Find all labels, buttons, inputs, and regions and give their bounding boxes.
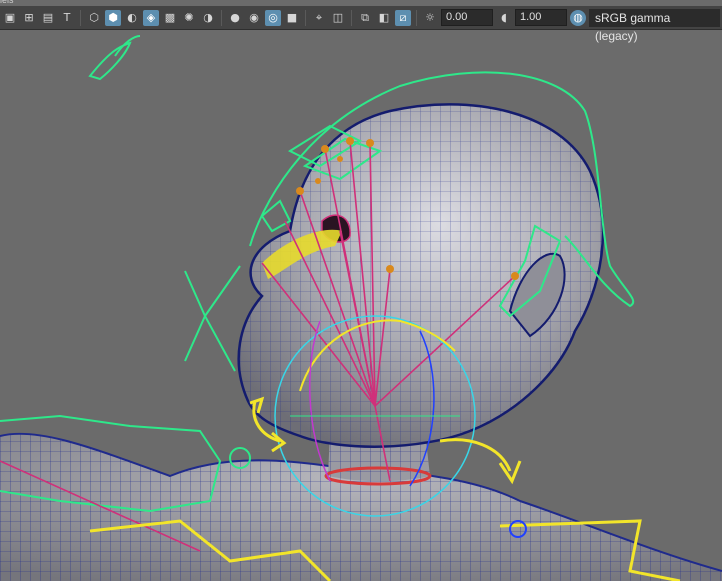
text-icon[interactable]: T (59, 10, 75, 26)
xray-icon[interactable]: ⧉ (357, 10, 373, 26)
texture-sphere-icon[interactable]: ◐ (124, 10, 140, 26)
xray-active-components-icon[interactable]: ⧄ (395, 9, 411, 26)
ambient-occlusion-icon[interactable]: ● (227, 10, 243, 26)
gamma-icon[interactable]: ◖ (496, 10, 512, 26)
3d-viewport[interactable] (0, 31, 722, 581)
toolbar-separator (351, 9, 352, 26)
grid-icon[interactable]: ⊞ (21, 10, 37, 26)
anti-alias-icon[interactable]: ◎ (265, 9, 281, 26)
light-icon[interactable]: ✺ (181, 10, 197, 26)
wireframe-cube-icon[interactable]: ⬡ (86, 10, 102, 26)
xray-joints-icon[interactable]: ◧ (376, 10, 392, 26)
toolbar-separator (80, 9, 81, 26)
exposure-field[interactable]: 0.00 (441, 9, 493, 26)
isolate-icon[interactable]: ◫ (330, 10, 346, 26)
film-gate-icon[interactable]: ▤ (40, 10, 56, 26)
exposure-icon[interactable]: ☼ (422, 10, 438, 26)
viewport-toolbar: ▣ ⊞ ▤ T ⬡ ⬢ ◐ ◈ ▩ ✺ ◑ ● ◉ ◎ ■ ⌖ ◫ ⧉ ◧ ⧄ … (0, 6, 722, 43)
shadows-icon[interactable]: ◑ (200, 10, 216, 26)
shaded-cube-icon[interactable]: ⬢ (105, 9, 121, 26)
wireframe-on-shaded-icon[interactable]: ◈ (143, 9, 159, 26)
toolbar-separator (221, 9, 222, 26)
toolbar-separator (305, 9, 306, 26)
head-mesh[interactable] (220, 91, 620, 461)
select-camera-icon[interactable]: ⌖ (311, 10, 327, 26)
checker-icon[interactable]: ▩ (162, 10, 178, 26)
panel-menu-label[interactable]: iels (0, 0, 14, 5)
motion-blur-icon[interactable]: ◉ (246, 10, 262, 26)
color-management-icon[interactable]: ◍ (570, 9, 586, 26)
gamma-field[interactable]: 1.00 (515, 9, 567, 26)
depth-of-field-icon[interactable]: ■ (284, 10, 300, 26)
toolbar-separator (416, 9, 417, 26)
color-space-dropdown[interactable]: sRGB gamma (legacy) (589, 8, 720, 43)
square-dot-icon[interactable]: ▣ (2, 10, 18, 26)
